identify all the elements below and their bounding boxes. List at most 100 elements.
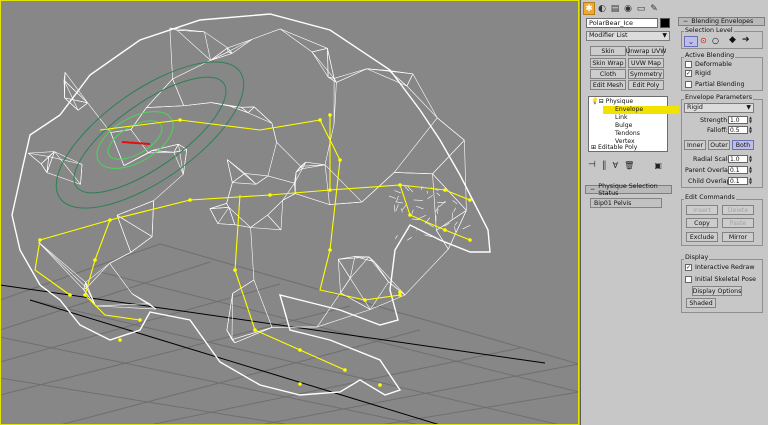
spinner-arrows-icon[interactable]: ▲ ▼ [748,177,753,185]
viewport[interactable] [0,0,579,425]
cloth-button[interactable]: Cloth [590,69,626,79]
spinner-arrows-icon[interactable]: ▲ ▼ [748,126,753,134]
modifier-list-dropdown[interactable]: Modifier List ▼ [586,31,670,41]
initial-skeletal-pose-checkbox[interactable]: Initial Skeletal Pose [685,276,756,283]
bone-joint [363,298,367,302]
bear-wireframe-scene[interactable] [0,0,579,425]
parent-overlap-spinner[interactable]: 0.1 ▲ ▼ [728,166,753,174]
expand-icon[interactable]: ⊞ [591,144,596,151]
outer-button[interactable]: Outer [708,140,730,150]
edit-commands-title: Edit Commands [684,194,736,201]
child-overlap-value[interactable]: 0.1 [728,177,748,185]
strength-spinner[interactable]: 1.0 ▲ ▼ [728,116,753,124]
child-overlap-spinner[interactable]: 0.1 ▲ ▼ [728,177,753,185]
bone-joint [188,198,192,202]
inner-button[interactable]: Inner [684,140,706,150]
copy-button[interactable]: Copy [686,218,718,228]
mirror-button[interactable]: Mirror [722,232,754,242]
command-panel-tabs: ✱ ◐ ▤ ◉ ▭ ✎ [583,2,660,16]
modify-icon[interactable]: ◐ [596,2,608,15]
display-options-button[interactable]: Display Options [692,286,742,296]
create-icon[interactable]: ✱ [583,2,595,15]
checkbox-box [685,61,692,68]
lightbulb-icon[interactable]: 💡 [591,98,599,105]
arrow-left-icon[interactable]: ◆ [729,35,736,45]
bone-joint [328,248,332,252]
bone-joint [178,118,182,122]
falloff-value[interactable]: 0.5 [728,126,748,134]
partial-blending-checkbox[interactable]: Partial Blending [685,81,744,88]
hierarchy-icon[interactable]: ▤ [609,2,621,15]
chevron-down-icon: ▼ [662,32,667,39]
stack-item-label: Editable Poly [598,144,638,151]
object-name-field[interactable]: PolarBear_Ice [586,18,658,28]
delete-button[interactable]: Delete [722,205,754,215]
rollout-title: Physique Selection Status [598,182,658,197]
paste-button[interactable]: Paste [722,218,754,228]
display-icon[interactable]: ▭ [635,2,647,15]
make-unique-icon[interactable]: ∀ [613,161,618,170]
skin-button[interactable]: Skin [590,46,626,56]
bone-joint [118,338,122,342]
bone-joint [398,183,402,187]
vertex-point-icon[interactable]: ○ [712,36,719,45]
bone-joint [398,290,402,294]
object-color-swatch[interactable] [660,18,670,28]
spinner-arrows-icon[interactable]: ▲ ▼ [748,166,753,174]
shaded-button[interactable]: Shaded [686,298,716,308]
envelope-type-value: Rigid [687,104,703,111]
checkbox-label: Rigid [695,70,711,77]
checkbox-box: ✓ [685,70,692,77]
insert-button[interactable]: Insert [686,205,718,215]
bone-joint [378,383,382,387]
blending-envelopes-rollout[interactable]: − Blending Envelopes [678,17,765,26]
spinner-arrows-icon[interactable]: ▲ ▼ [748,155,753,163]
edit-mesh-button[interactable]: Edit Mesh [590,80,626,90]
arrow-right-icon[interactable]: ➔ [742,35,750,45]
symmetry-button[interactable]: Symmetry [628,69,664,79]
motion-icon[interactable]: ◉ [622,2,634,15]
envelope-type-dropdown[interactable]: Rigid ▼ [684,103,754,113]
configure-sets-icon[interactable]: ▣ [654,161,662,170]
bone-joint [38,238,42,242]
exclude-button[interactable]: Exclude [686,232,718,242]
stack-item-editable-poly[interactable]: ⊞ Editable Poly [591,144,637,152]
rollout-title: Blending Envelopes [691,18,754,25]
both-button[interactable]: Both [732,140,754,150]
falloff-spinner[interactable]: 0.5 ▲ ▼ [728,126,753,134]
remove-modifier-icon[interactable]: 🗑 [624,161,634,170]
edit-poly-button[interactable]: Edit Poly [628,80,664,90]
envelope-parameters-title: Envelope Parameters [684,94,754,101]
radial-scale-spinner[interactable]: 1.0 ▲ ▼ [728,155,753,163]
stack-item-physique[interactable]: 💡⊟ Physique [591,98,633,106]
spinner-arrows-icon[interactable]: ▲ ▼ [748,116,753,124]
uvw-map-button[interactable]: UVW Map [628,58,664,68]
unwrap-uvw-button[interactable]: Unwrap UVW [626,46,666,56]
bone-joint [298,348,302,352]
show-end-result-icon[interactable]: ║ [602,161,607,170]
physique-selection-status-rollout[interactable]: − Physique Selection Status [585,182,672,197]
stack-item-link[interactable]: Link [615,114,627,122]
stack-item-bulge[interactable]: Bulge [615,122,632,130]
radial-scale-value[interactable]: 1.0 [728,155,748,163]
stack-item-envelope[interactable]: Envelope [603,106,679,114]
skin-wrap-button[interactable]: Skin Wrap [590,58,626,68]
utilities-icon[interactable]: ✎ [648,2,660,15]
strength-value[interactable]: 1.0 [728,116,748,124]
vertex-red-icon[interactable]: ⊙ [700,36,707,45]
stack-item-label: Physique [605,98,634,105]
link-level-icon[interactable]: ⌄ [684,36,698,47]
parent-overlap-value[interactable]: 0.1 [728,166,748,174]
chevron-down-icon: ▼ [746,104,751,111]
rigid-checkbox[interactable]: ✓ Rigid [685,70,711,77]
active-blending-title: Active Blending [684,52,736,59]
stack-item-tendons[interactable]: Tendons [615,130,640,138]
display-title: Display [684,254,710,261]
collapse-icon[interactable]: ⊟ [599,98,604,105]
pin-stack-icon[interactable]: ⊣ [588,160,596,170]
interactive-redraw-checkbox[interactable]: ✓ Interactive Redraw [685,264,754,271]
deformable-checkbox[interactable]: Deformable [685,61,732,68]
bone-joint [328,188,332,192]
bone-joint [408,213,412,217]
modifier-stack[interactable]: 💡⊟ Physique Envelope Link Bulge Tendons … [588,96,679,152]
